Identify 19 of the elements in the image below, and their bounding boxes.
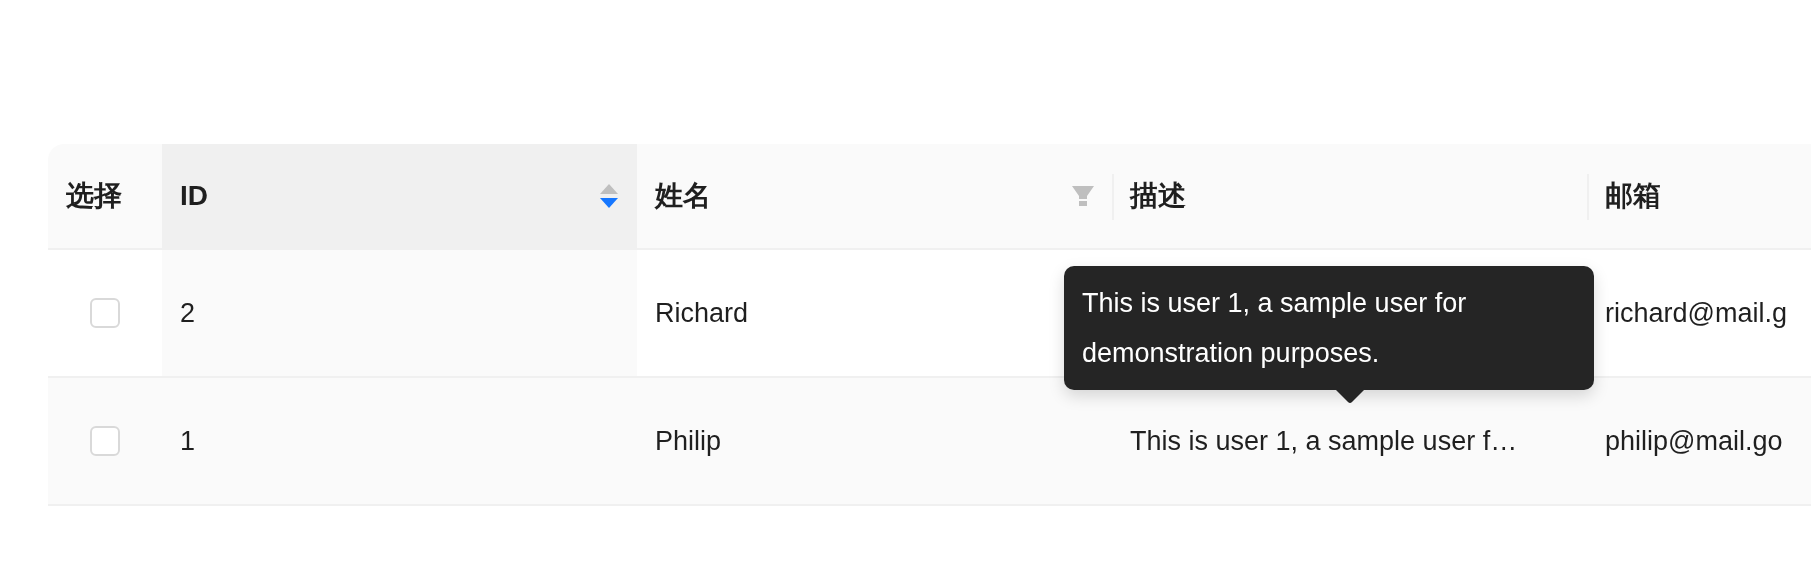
table-cell-text: philip@mail.go [1605,425,1783,457]
table-cell-text: richard@mail.g [1605,297,1787,329]
column-header[interactable]: ID [162,144,637,250]
checkbox[interactable] [90,298,120,328]
header-label: 选择 [66,179,123,213]
filter-icon[interactable] [1072,185,1094,207]
header-label: 邮箱 [1605,179,1662,213]
header-label: 描述 [1130,179,1187,213]
tooltip-arrow-icon [1336,390,1364,404]
header-label: 姓名 [655,179,712,213]
header-label: ID [180,180,209,212]
table-cell-text: Richard [655,297,749,329]
table-cell-text: This is user 1, a sample user f… [1130,425,1518,457]
tooltip: This is user 1, a sample user for demonstration purposes. [1064,266,1594,390]
table-cell-text: Philip [655,425,722,457]
sort-icon[interactable] [599,182,619,210]
table-cell-text: 2 [180,297,196,329]
checkbox[interactable] [90,426,120,456]
table-cell-text: 1 [180,425,196,457]
